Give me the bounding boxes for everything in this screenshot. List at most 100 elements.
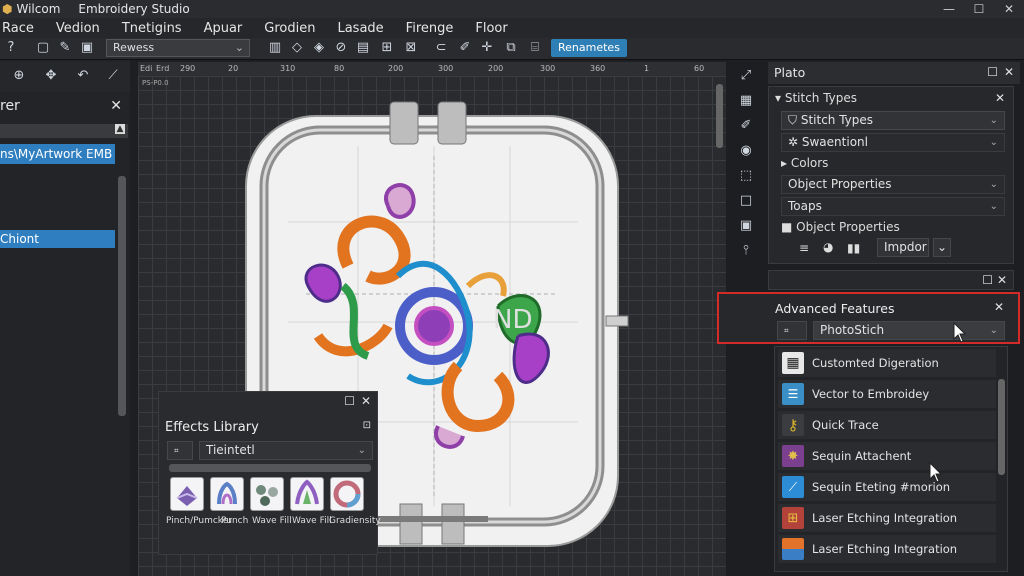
- fill-icon[interactable]: ◉: [735, 140, 757, 162]
- layers-icon[interactable]: ▥: [268, 41, 282, 55]
- rename-button[interactable]: Renametes: [551, 39, 627, 57]
- preset-combo[interactable]: Rewess ⌄: [106, 39, 250, 57]
- filter-toggle[interactable]: ⌗: [167, 441, 193, 460]
- new-file-icon[interactable]: ▢: [36, 41, 50, 55]
- left-scrollbar[interactable]: [118, 176, 126, 416]
- menu-item-tnetigins[interactable]: Tnetigins: [122, 21, 182, 36]
- pinch-effect-icon[interactable]: [170, 477, 204, 511]
- close-button[interactable]: ✕: [994, 0, 1024, 18]
- move-tool-icon[interactable]: ✥: [44, 69, 58, 83]
- list-item[interactable]: ✸ Sequin Attachent: [778, 442, 996, 470]
- wave-fill-alt-icon[interactable]: [290, 477, 324, 511]
- select-icon[interactable]: ⬚: [735, 165, 757, 187]
- scroll-up-icon[interactable]: ▲: [115, 124, 125, 134]
- menu-item-firenge[interactable]: Firenge: [406, 21, 454, 36]
- qr-icon: ▦: [782, 352, 804, 374]
- node-icon[interactable]: ◇: [290, 41, 304, 55]
- rectangle-icon[interactable]: □: [735, 190, 757, 212]
- object-properties-tree-item[interactable]: ■ Object Properties: [781, 217, 900, 237]
- swaentionl-combo[interactable]: ✲ Swaentionl ⌄: [781, 133, 1005, 152]
- edit-icon[interactable]: ✎: [58, 41, 72, 55]
- list-item-label: Quick Trace: [812, 418, 879, 432]
- help-icon[interactable]: ?: [4, 41, 18, 55]
- list-item[interactable]: ⚷ Quick Trace: [778, 411, 996, 439]
- left-tool-strip: ⊕ ✥ ↶ ⟋: [0, 62, 130, 92]
- maximize-icon[interactable]: ☐: [982, 273, 993, 287]
- selected-item[interactable]: Chiont: [0, 230, 115, 248]
- delete-icon[interactable]: ⊠: [404, 41, 418, 55]
- hoop-clamp-left: [389, 101, 419, 145]
- save-icon[interactable]: ▣: [80, 41, 94, 55]
- pencil-icon[interactable]: ✐: [735, 115, 757, 137]
- maximize-button[interactable]: ☐: [964, 0, 994, 18]
- chevron-down-icon: ⌄: [357, 445, 366, 456]
- menu-item-race[interactable]: Race: [2, 21, 34, 36]
- import-dropdown-button[interactable]: ⌄: [933, 238, 951, 257]
- move-icon[interactable]: ⊘: [334, 41, 348, 55]
- list-item[interactable]: ▦ Customted Digeration: [778, 349, 996, 377]
- collapse-icon[interactable]: ▾: [775, 91, 785, 105]
- object-properties-combo-value: Object Properties: [788, 177, 892, 191]
- needle-icon[interactable]: ⫯: [735, 240, 757, 262]
- grid-icon[interactable]: ⊞: [380, 41, 394, 55]
- list-item[interactable]: ⟋ Sequin Eteting #morion: [778, 473, 996, 501]
- frame-icon[interactable]: ▤: [356, 41, 370, 55]
- menu-item-grodien[interactable]: Grodien: [264, 21, 315, 36]
- object-properties-label: Object Properties: [796, 220, 900, 234]
- menu-item-vedion[interactable]: Vedion: [56, 21, 100, 36]
- maximize-icon[interactable]: ☐: [344, 394, 355, 408]
- close-icon[interactable]: ✕: [995, 91, 1005, 105]
- wave-fill-icon[interactable]: [250, 477, 284, 511]
- object-properties-combo[interactable]: Object Properties ⌄: [781, 175, 1005, 194]
- list-scrollbar[interactable]: [998, 379, 1005, 475]
- import-button[interactable]: Impdor: [877, 238, 929, 257]
- list-item[interactable]: ☰ Vector to Embroidey: [778, 380, 996, 408]
- hoop-watermark: ND: [493, 305, 532, 335]
- advanced-features-panel: Advanced Features ✕ ⌗ PhotoStich ⌄: [717, 292, 1020, 344]
- align-icon[interactable]: ≡: [799, 241, 809, 255]
- maximize-icon[interactable]: ☐: [987, 65, 998, 79]
- add-node-icon[interactable]: ⊕: [12, 69, 26, 83]
- close-icon[interactable]: ✕: [110, 98, 122, 114]
- brush-icon[interactable]: ⟋: [106, 69, 120, 83]
- chevron-down-icon: ⌄: [989, 137, 998, 148]
- close-icon[interactable]: ✕: [994, 300, 1004, 314]
- shape-icon[interactable]: ◈: [312, 41, 326, 55]
- advanced-features-combo[interactable]: PhotoStich ⌄: [813, 321, 1005, 340]
- effects-combo[interactable]: Tieintetl ⌄: [199, 441, 373, 460]
- list-item[interactable]: Laser Etching Integration: [778, 535, 996, 563]
- minimize-button[interactable]: —: [934, 0, 964, 18]
- checkbox-icon[interactable]: ■: [781, 220, 796, 234]
- advanced-features-title: Advanced Features: [775, 301, 895, 316]
- close-icon[interactable]: ✕: [997, 273, 1007, 287]
- stamp-icon[interactable]: ▣: [735, 215, 757, 237]
- effects-scrollbar[interactable]: [169, 464, 371, 472]
- menu-item-floor[interactable]: Floor: [475, 21, 507, 36]
- pen-icon[interactable]: ✐: [458, 41, 472, 55]
- arrange-icon[interactable]: ⌸: [528, 41, 542, 55]
- close-icon[interactable]: ✕: [1004, 65, 1014, 79]
- file-item[interactable]: ns\MyArtwork EMB: [0, 144, 115, 164]
- pin-icon[interactable]: ⊡: [363, 420, 371, 431]
- punch-effect-icon[interactable]: [210, 477, 244, 511]
- undo-icon[interactable]: ↶: [76, 69, 90, 83]
- gallery-icon[interactable]: ▦: [735, 90, 757, 112]
- copy-icon[interactable]: ⧉: [504, 41, 518, 55]
- plato-panel-header: Plato ☐ ✕: [768, 62, 1020, 84]
- palette-icon[interactable]: ◕: [823, 240, 833, 254]
- colors-tree-item[interactable]: ▸ Colors: [781, 153, 828, 173]
- toaps-combo[interactable]: Toaps ⌄: [781, 197, 1005, 216]
- mouse-cursor-icon: [953, 322, 967, 343]
- advanced-filter-toggle[interactable]: ⌗: [777, 321, 807, 340]
- menu-item-apuar[interactable]: Apuar: [204, 21, 243, 36]
- stitch-types-combo[interactable]: ⛉ Stitch Types ⌄: [781, 111, 1005, 130]
- menu-item-lasade[interactable]: Lasade: [337, 21, 383, 36]
- gradient-density-icon[interactable]: [330, 477, 364, 511]
- list-item[interactable]: ⊞ Laser Etching Integration: [778, 504, 996, 532]
- crosshair-icon[interactable]: ✛: [480, 41, 494, 55]
- zoom-fit-icon[interactable]: ⤢: [735, 65, 757, 87]
- close-icon[interactable]: ✕: [361, 394, 371, 408]
- swatch-icon[interactable]: ▮▮: [847, 241, 860, 255]
- effects-library-title: Effects Library: [165, 420, 259, 435]
- link-icon[interactable]: ⊂: [434, 41, 448, 55]
